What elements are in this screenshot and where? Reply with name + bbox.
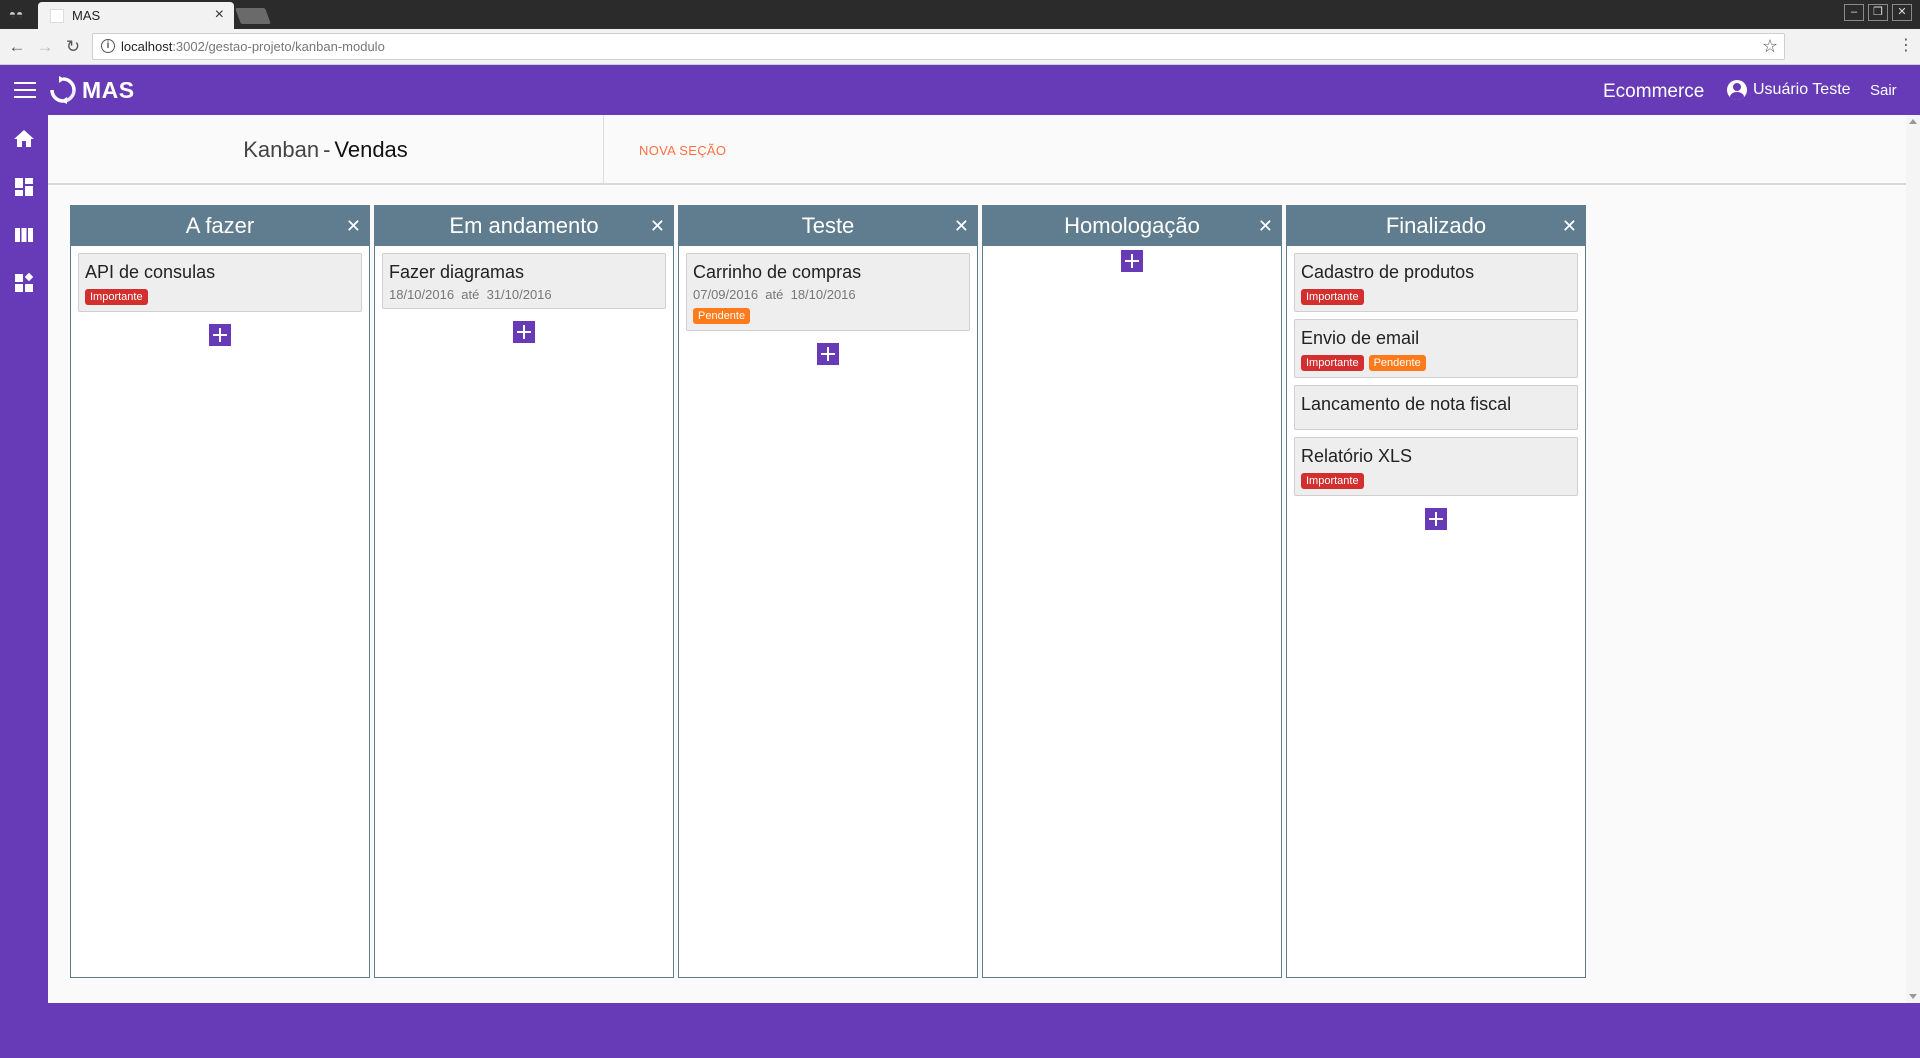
logo-text: MAS <box>82 76 135 103</box>
account-circle-icon <box>1727 80 1747 100</box>
restore-button[interactable]: ❐ <box>1868 4 1888 21</box>
add-card-button[interactable] <box>1121 250 1143 272</box>
back-button[interactable]: ← <box>6 36 28 58</box>
reload-button[interactable]: ↻ <box>62 36 84 58</box>
url-text: localhost:3002/gestao-projeto/kanban-mod… <box>121 39 385 54</box>
tab-title: MAS <box>72 8 101 23</box>
column-title: Finalizado <box>1385 213 1487 238</box>
tag-badge: Importante <box>85 289 148 305</box>
page-header: Kanban - Vendas NOVA SEÇÃO <box>48 115 1906 185</box>
user-name: Usuário Teste <box>1753 81 1851 98</box>
column-close-icon[interactable]: ✕ <box>954 206 969 246</box>
kanban-column: A fazer ✕ API de consulas Importante <box>70 205 370 978</box>
column-header: A fazer ✕ <box>71 206 369 246</box>
column-close-icon[interactable]: ✕ <box>1258 206 1273 246</box>
kanban-column: Homologação ✕ <box>982 205 1282 978</box>
page-favicon-icon <box>50 9 64 23</box>
tag-badge: Importante <box>1301 473 1364 489</box>
new-section-button[interactable]: NOVA SEÇÃO <box>639 143 726 158</box>
card-title: Fazer diagramas <box>389 262 525 282</box>
column-close-icon[interactable]: ✕ <box>1562 206 1577 246</box>
scroll-up-icon[interactable] <box>1909 119 1917 124</box>
column-header: Homologação ✕ <box>983 206 1281 246</box>
card-tags: Pendente <box>693 308 963 324</box>
card-tags: Importante <box>1301 289 1571 305</box>
app-footer <box>48 1003 1920 1058</box>
bookmark-star-icon[interactable]: ☆ <box>1762 36 1778 57</box>
kanban-column: Finalizado ✕ Cadastro de produtos Important… <box>1286 205 1586 978</box>
page-title: Kanban - Vendas <box>48 115 604 185</box>
browser-titlebar: ◓◓ MAS × – ❐ ✕ <box>0 0 1920 29</box>
add-card-button[interactable] <box>817 343 839 365</box>
browser-menu-icon[interactable]: ⋮ <box>1898 35 1914 55</box>
new-tab-button[interactable] <box>235 8 271 24</box>
menu-toggle-icon[interactable] <box>14 82 36 98</box>
card-title: Carrinho de compras <box>693 262 862 282</box>
card-title: Relatório XLS <box>1301 446 1413 466</box>
widgets-icon[interactable] <box>12 271 36 295</box>
kanban-column: Teste ✕ Carrinho de compras 07/09/2016 até … <box>678 205 978 978</box>
column-title: A fazer <box>185 213 255 238</box>
close-window-button[interactable]: ✕ <box>1892 4 1912 21</box>
kanban-card[interactable]: Envio de email Importante Pendente <box>1294 319 1578 378</box>
main-content: Kanban - Vendas NOVA SEÇÃO A fazer ✕ API de … <box>48 115 1920 1003</box>
info-icon[interactable]: i <box>101 39 115 53</box>
home-icon[interactable] <box>12 127 36 151</box>
column-header: Em andamento ✕ <box>375 206 673 246</box>
tag-badge: Pendente <box>693 308 751 324</box>
minimize-button[interactable]: – <box>1844 4 1864 21</box>
logout-link[interactable]: Sair <box>1870 82 1897 99</box>
card-title: API de consulas <box>85 262 216 282</box>
browser-toolbar: ← → ↻ i localhost:3002/gestao-projeto/ka… <box>0 29 1920 65</box>
card-tags: Importante Pendente <box>1301 355 1571 371</box>
dashboard-icon[interactable] <box>12 175 36 199</box>
forward-button[interactable]: → <box>34 36 56 58</box>
tab-close-icon[interactable]: × <box>215 6 224 24</box>
address-bar[interactable]: i localhost:3002/gestao-projeto/kanban-m… <box>92 33 1785 60</box>
column-close-icon[interactable]: ✕ <box>346 206 361 246</box>
user-menu[interactable]: Usuário Teste <box>1727 80 1851 100</box>
incognito-icon: ◓◓ <box>8 7 24 21</box>
tag-badge: Pendente <box>1368 355 1426 371</box>
card-dates: 07/09/2016 até 18/10/2016 <box>693 287 856 302</box>
card-title: Cadastro de produtos <box>1301 262 1475 282</box>
tag-badge: Importante <box>1301 355 1364 371</box>
card-title: Lancamento de nota fiscal <box>1301 394 1512 414</box>
card-tags: Importante <box>85 289 355 305</box>
column-title: Em andamento <box>449 213 599 238</box>
add-card-button[interactable] <box>513 321 535 343</box>
column-header: Finalizado ✕ <box>1287 206 1585 246</box>
current-project[interactable]: Ecommerce <box>1603 81 1704 103</box>
sidebar <box>0 115 48 1058</box>
add-card-button[interactable] <box>1425 508 1447 530</box>
kanban-card[interactable]: Carrinho de compras 07/09/2016 até 18/10/… <box>686 253 970 331</box>
card-title: Envio de email <box>1301 328 1420 348</box>
kanban-card[interactable]: Fazer diagramas 18/10/2016 até 31/10/2016 <box>382 253 666 309</box>
card-dates: 18/10/2016 até 31/10/2016 <box>389 287 552 302</box>
card-tags: Importante <box>1301 473 1571 489</box>
scroll-down-icon[interactable] <box>1909 994 1917 999</box>
column-close-icon[interactable]: ✕ <box>650 206 665 246</box>
add-card-button[interactable] <box>209 324 231 346</box>
kanban-card[interactable]: Cadastro de produtos Importante <box>1294 253 1578 312</box>
kanban-column: Em andamento ✕ Fazer diagramas 18/10/2016 a… <box>374 205 674 978</box>
app-logo[interactable]: MAS <box>48 73 135 107</box>
sync-logo-icon <box>50 76 76 104</box>
column-title: Homologação <box>1064 213 1200 238</box>
column-header: Teste ✕ <box>679 206 977 246</box>
browser-tab[interactable]: MAS × <box>38 2 234 29</box>
scrollbar[interactable] <box>1906 115 1920 1003</box>
app-header: MAS Ecommerce Usuário Teste Sair <box>0 65 1920 115</box>
kanban-card[interactable]: Relatório XLS Importante <box>1294 437 1578 496</box>
kanban-card[interactable]: Lancamento de nota fiscal <box>1294 385 1578 430</box>
kanban-columns-icon[interactable] <box>12 223 36 247</box>
kanban-card[interactable]: API de consulas Importante <box>78 253 362 312</box>
tag-badge: Importante <box>1301 289 1364 305</box>
column-title: Teste <box>801 213 855 238</box>
